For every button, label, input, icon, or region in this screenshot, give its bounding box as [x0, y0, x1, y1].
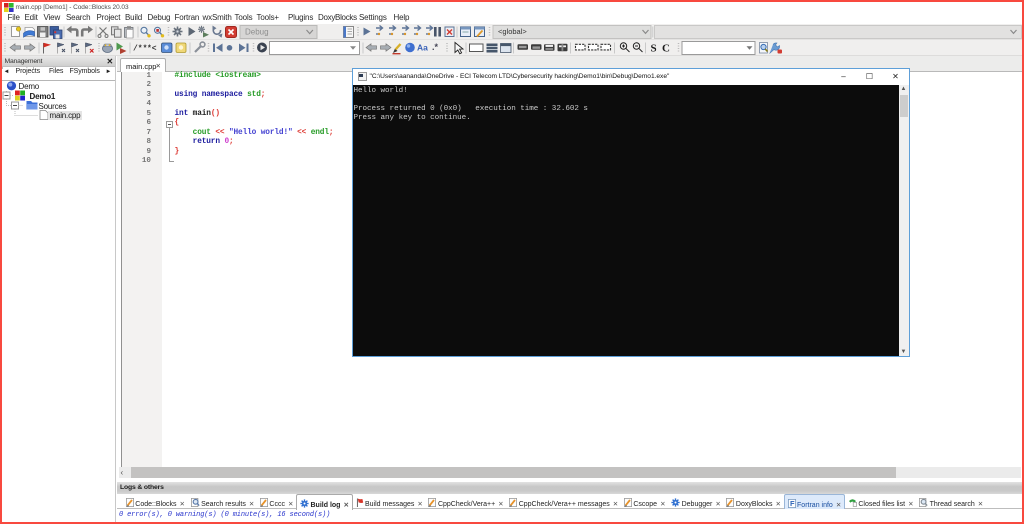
svg-text:.*: .* [432, 42, 439, 52]
svg-text:C: C [662, 43, 670, 55]
svg-text:Aa: Aa [417, 43, 428, 53]
svg-text:/**: /** [133, 45, 147, 54]
svg-text:*<: *< [147, 45, 157, 54]
svg-text:Debug: Debug [245, 27, 269, 36]
svg-text:S: S [650, 43, 656, 55]
svg-text:F: F [790, 499, 795, 508]
svg-text:<global>: <global> [498, 27, 527, 36]
